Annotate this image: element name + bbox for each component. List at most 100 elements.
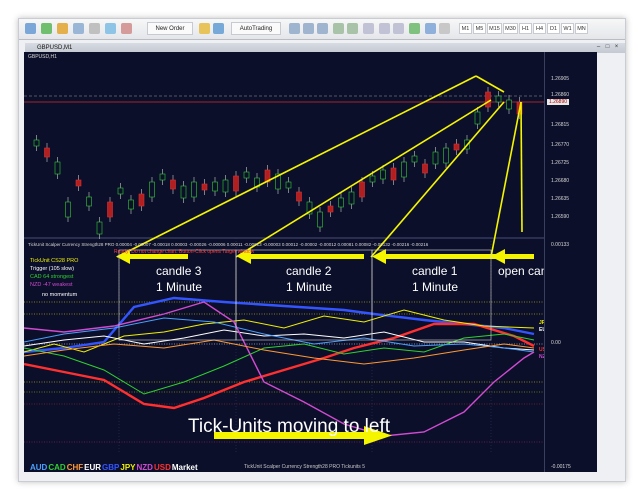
tf-h1[interactable]: H1	[519, 23, 532, 34]
market-watch-icon[interactable]	[57, 23, 68, 34]
candles	[33, 87, 523, 239]
chart-drawing	[24, 75, 596, 452]
price-label: 1.26860	[551, 92, 570, 98]
candle-body	[474, 111, 481, 125]
line-chart-icon[interactable]	[317, 23, 328, 34]
legend-aud[interactable]: AUD	[30, 463, 47, 472]
tf-mn[interactable]: MN	[575, 23, 588, 34]
candle-body	[128, 199, 134, 210]
indicator-info-strongest: CAD 64 strongest	[30, 274, 74, 280]
candle-body	[348, 191, 355, 205]
candle-body	[359, 181, 365, 198]
candle-body	[317, 211, 323, 228]
indicator-scale-bottom: -0.00175	[551, 464, 571, 470]
tf-d1[interactable]: D1	[547, 23, 560, 34]
candle-body	[443, 147, 449, 164]
tf-m15[interactable]: M15	[487, 23, 502, 34]
terminal-icon[interactable]	[89, 23, 100, 34]
legend-nzd[interactable]: NZD	[137, 463, 153, 472]
data-window-icon[interactable]	[121, 23, 132, 34]
candle-body	[432, 151, 439, 165]
templates-icon[interactable]	[439, 23, 450, 34]
candle-body	[222, 179, 229, 193]
price-label: 1.26680	[551, 178, 570, 184]
current-price-tag: 1.26890	[547, 99, 569, 105]
candle-body	[380, 169, 386, 180]
candle-body	[65, 201, 71, 218]
candle-body	[107, 201, 113, 218]
indicator-info-trigger: Trigger (105 slow)	[30, 266, 75, 272]
new-order-label: New Order	[155, 26, 185, 32]
currency-legend[interactable]: AUDCADCHFEURGBPJPYNZDUSDMarket	[30, 463, 199, 472]
metaeditor-icon[interactable]	[199, 23, 210, 34]
legend-cad[interactable]: CAD	[48, 463, 65, 472]
candle-body	[44, 147, 50, 158]
price-label: 1.26590	[551, 214, 570, 220]
autoscroll-icon[interactable]	[393, 23, 404, 34]
candle-body	[149, 181, 155, 198]
annotation-candle2-sub: 1 Minute	[286, 280, 333, 294]
candle-body	[86, 196, 92, 207]
minimize-icon[interactable]: –	[595, 44, 602, 51]
candle-body	[327, 205, 334, 213]
candle-body	[191, 181, 197, 198]
candle-body	[201, 183, 208, 191]
profiles-icon[interactable]	[41, 23, 52, 34]
candle-body	[117, 187, 124, 195]
tf-m5[interactable]: M5	[473, 23, 486, 34]
indicator-info-weakest: NZD -47 weakest	[30, 282, 73, 288]
strategy-tester-icon[interactable]	[105, 23, 116, 34]
annotation-moving-left: Tick-Units moving to left	[188, 416, 391, 437]
candle-body	[159, 173, 166, 181]
indicator-header: TickUnit Scalper Currency Strength28 PRO…	[28, 242, 429, 247]
candle-body	[495, 95, 502, 103]
autotrading-label: AutoTrading	[239, 26, 273, 32]
candle-body	[485, 91, 491, 108]
restore-icon[interactable]: □	[604, 44, 611, 51]
candle-body	[180, 185, 187, 199]
candle-body	[369, 175, 376, 183]
autotrading-button[interactable]: AutoTrading	[231, 22, 281, 35]
candle-body	[390, 167, 397, 181]
tf-m30[interactable]: M30	[503, 23, 518, 34]
chart-area[interactable]: GBPUSD,H1 TickUnit Scalper Currency Stre…	[24, 52, 597, 472]
annotation-candle1-sub: 1 Minute	[412, 280, 459, 294]
candlestick-icon[interactable]	[303, 23, 314, 34]
candle-body	[54, 161, 61, 175]
zoom-in-icon[interactable]	[333, 23, 344, 34]
candle-body	[422, 163, 428, 174]
tf-w1[interactable]: W1	[561, 23, 574, 34]
annotation-candle1: candle 1	[412, 264, 458, 278]
periods-icon[interactable]	[425, 23, 436, 34]
candle-body	[401, 161, 407, 178]
indicators-icon[interactable]	[409, 23, 420, 34]
legend-usd[interactable]: USD	[154, 463, 171, 472]
legend-eur[interactable]: EUR	[84, 463, 101, 472]
experts-icon[interactable]	[213, 23, 224, 34]
tile-windows-icon[interactable]	[363, 23, 374, 34]
legend-jpy[interactable]: JPY	[120, 463, 135, 472]
tf-h4[interactable]: H4	[533, 23, 546, 34]
legend-title: TickUnit Scalper Currency Strength28 PRO…	[244, 464, 365, 470]
price-label: 1.26635	[551, 196, 570, 202]
indicator-scale-zero: 0.00	[551, 340, 561, 346]
indicator-ready-text[interactable]: Ready! Do not change chart. Button-Click…	[114, 249, 254, 255]
legend-chf[interactable]: CHF	[67, 463, 83, 472]
annotation-candle2: candle 2	[286, 264, 332, 278]
price-scale[interactable]: 1.26905 1.26860 1.26890 1.26815 1.26770 …	[544, 52, 597, 472]
legend-gbp[interactable]: GBP	[102, 463, 119, 472]
legend-market[interactable]: Market	[172, 463, 198, 472]
bar-chart-icon[interactable]	[289, 23, 300, 34]
close-icon[interactable]: ×	[613, 44, 620, 51]
annotation-candle3: candle 3	[156, 264, 202, 278]
candle-body	[33, 139, 40, 147]
tf-m1[interactable]: M1	[459, 23, 472, 34]
zoom-out-icon[interactable]	[347, 23, 358, 34]
chart-shift-icon[interactable]	[379, 23, 390, 34]
candle-body	[96, 221, 103, 235]
new-chart-icon[interactable]	[25, 23, 36, 34]
candle-body	[506, 99, 512, 110]
candle-body	[296, 191, 302, 202]
new-order-button[interactable]: New Order	[147, 22, 193, 35]
navigator-icon[interactable]	[73, 23, 84, 34]
